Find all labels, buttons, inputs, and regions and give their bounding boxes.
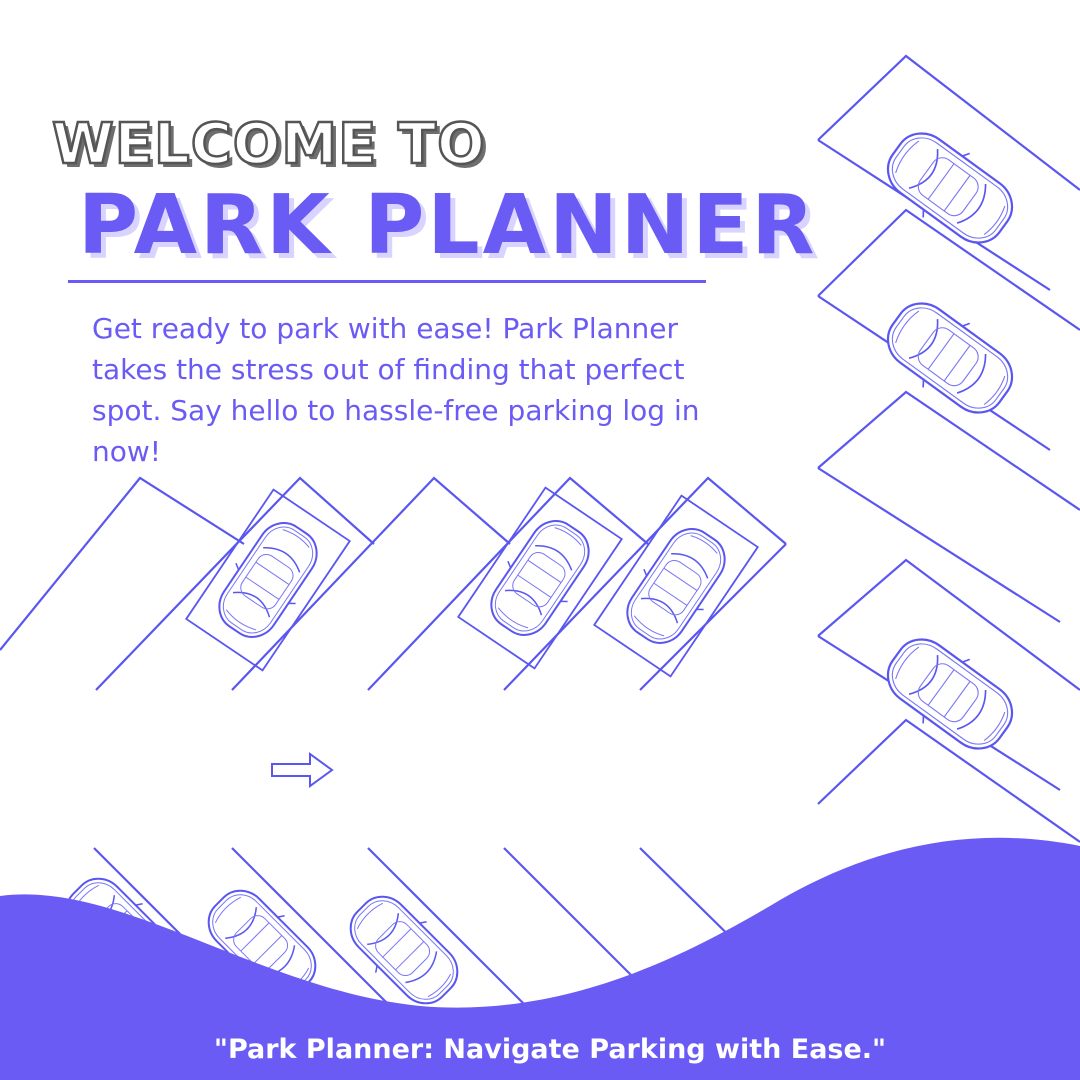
welcome-heading: WELCOME TO (51, 111, 486, 179)
car-icon (872, 286, 1028, 430)
tagline: "Park Planner: Navigate Parking with Eas… (213, 1034, 887, 1065)
intro-text: Get ready to park with ease! Park Planne… (92, 312, 700, 468)
car-icon (184, 488, 352, 672)
title-divider (68, 280, 706, 283)
car-icon (872, 116, 1028, 260)
car-icon (592, 494, 760, 678)
direction-arrow-icon (271, 752, 334, 788)
poster: WELCOME TO PARK PLANNER Get ready to par… (0, 0, 1080, 1080)
car-icon (456, 486, 624, 670)
app-title: PARK PLANNER (78, 178, 818, 273)
car-icon (872, 622, 1028, 766)
